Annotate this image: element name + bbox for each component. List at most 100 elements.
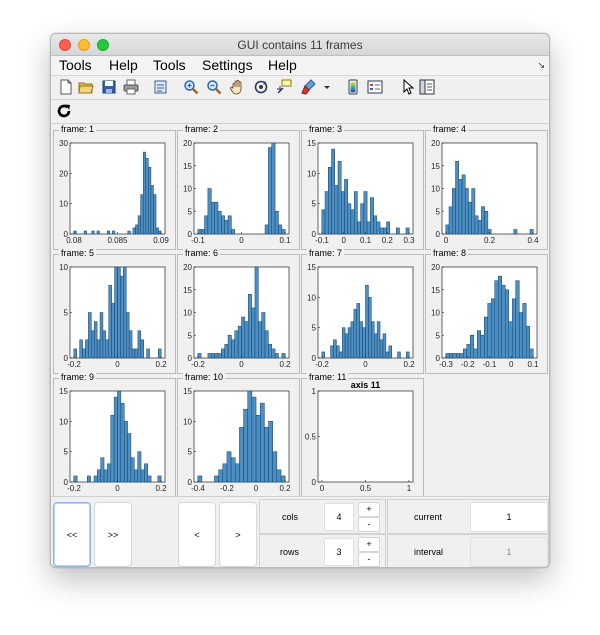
histogram-axes[interactable]: -0.200.2151050 bbox=[54, 379, 175, 497]
cols-increment-button[interactable]: + bbox=[358, 502, 380, 517]
frame-panel: frame: 11axis 1100.5110.50 bbox=[301, 378, 424, 498]
histogram-bar bbox=[264, 427, 268, 482]
menu-help[interactable]: Help bbox=[109, 57, 138, 73]
open-folder-icon[interactable] bbox=[78, 79, 94, 95]
y-tick-label: 0 bbox=[436, 230, 441, 239]
rotate-3d-icon[interactable] bbox=[253, 79, 269, 95]
zoom-out-icon[interactable] bbox=[206, 79, 222, 95]
histogram-bar bbox=[252, 308, 255, 358]
histogram-bar bbox=[328, 167, 331, 234]
histogram-bar bbox=[526, 326, 530, 358]
y-tick-label: 0 bbox=[436, 354, 441, 363]
previous-frame-button[interactable]: < bbox=[178, 502, 216, 567]
last-frame-button[interactable]: >> bbox=[94, 502, 132, 567]
menu-tools-2[interactable]: Tools bbox=[153, 57, 186, 73]
rows-decrement-button[interactable]: - bbox=[358, 552, 380, 567]
current-field[interactable]: 1 bbox=[470, 502, 548, 532]
x-tick-label: -0.3 bbox=[439, 360, 453, 369]
histogram-bar bbox=[357, 303, 360, 358]
x-tick-label: -0.2 bbox=[191, 360, 205, 369]
histogram-bar bbox=[97, 231, 100, 234]
y-tick-label: 15 bbox=[183, 387, 192, 396]
legend-icon[interactable] bbox=[367, 79, 383, 95]
first-frame-button[interactable]: << bbox=[53, 502, 91, 567]
histogram-bar bbox=[228, 335, 231, 358]
histogram-bar bbox=[248, 391, 252, 482]
histogram-bar bbox=[268, 344, 271, 358]
histogram-bar bbox=[129, 331, 132, 358]
save-icon[interactable] bbox=[101, 79, 117, 95]
histogram-axes[interactable]: axis 1100.5110.50 bbox=[302, 379, 423, 497]
menu-bar: Tools Help Tools Settings Help ↘ bbox=[51, 56, 549, 76]
histogram-bar bbox=[118, 391, 121, 482]
next-frame-button[interactable]: > bbox=[219, 502, 257, 567]
y-tick-label: 5 bbox=[436, 331, 441, 340]
brush-icon[interactable] bbox=[301, 79, 317, 95]
y-tick-label: 1 bbox=[312, 387, 317, 396]
histogram-axes[interactable]: 0.080.0850.093020100 bbox=[54, 131, 175, 249]
current-label: current bbox=[414, 512, 442, 522]
menu-settings[interactable]: Settings bbox=[202, 57, 253, 73]
histogram-bar bbox=[141, 340, 144, 358]
histogram-axes[interactable]: -0.200.21050 bbox=[54, 255, 175, 373]
histogram-bar bbox=[133, 228, 136, 234]
menu-overflow-arrow[interactable]: ↘ bbox=[537, 60, 545, 71]
histogram-axes[interactable]: 00.20.420151050 bbox=[426, 131, 547, 249]
menu-tools[interactable]: Tools bbox=[59, 57, 92, 73]
y-tick-label: 15 bbox=[307, 263, 316, 272]
rows-increment-button[interactable]: + bbox=[358, 537, 380, 552]
histogram-bar bbox=[141, 195, 144, 234]
print-icon[interactable] bbox=[123, 79, 139, 95]
x-tick-label: 0.09 bbox=[153, 236, 169, 245]
histogram-bar bbox=[151, 185, 154, 234]
histogram-bar bbox=[219, 470, 223, 482]
histogram-axes[interactable]: -0.200.2151050 bbox=[302, 255, 423, 373]
x-tick-label: 0.4 bbox=[527, 236, 539, 245]
histogram-bar bbox=[205, 216, 208, 234]
histogram-bar bbox=[235, 464, 239, 482]
histogram-bar bbox=[459, 179, 462, 234]
histogram-bar bbox=[112, 303, 115, 358]
zoom-in-icon[interactable] bbox=[183, 79, 199, 95]
histogram-axes[interactable]: -0.100.10.20.3151050 bbox=[302, 131, 423, 249]
histogram-bar bbox=[374, 334, 377, 358]
frame-panel: frame: 6-0.200.220151050 bbox=[177, 254, 300, 374]
histogram-bar bbox=[153, 195, 156, 234]
histogram-bar bbox=[514, 229, 517, 234]
y-tick-label: 10 bbox=[59, 417, 68, 426]
histogram-axes[interactable]: -0.200.220151050 bbox=[178, 255, 299, 373]
cols-label: cols bbox=[282, 512, 298, 522]
menu-help-2[interactable]: Help bbox=[268, 57, 297, 73]
colorbar-icon[interactable] bbox=[345, 79, 361, 95]
x-tick-label: 0 bbox=[509, 360, 514, 369]
histogram-bar bbox=[84, 231, 87, 234]
pointer-icon[interactable] bbox=[400, 79, 416, 95]
histogram-axes[interactable]: -0.100.120151050 bbox=[178, 131, 299, 249]
histogram-bar bbox=[244, 409, 248, 482]
pan-icon[interactable] bbox=[229, 79, 245, 95]
cols-field[interactable]: 4 bbox=[324, 503, 354, 531]
histogram-bar bbox=[109, 285, 112, 358]
rows-field[interactable]: 3 bbox=[324, 538, 354, 566]
refresh-icon[interactable] bbox=[56, 103, 72, 119]
histogram-bar bbox=[92, 231, 95, 234]
print-preview-icon[interactable] bbox=[153, 79, 169, 95]
x-tick-label: 0.2 bbox=[403, 360, 415, 369]
histogram-bar bbox=[114, 397, 117, 482]
property-editor-icon[interactable] bbox=[419, 79, 435, 95]
histogram-bar bbox=[221, 216, 224, 234]
control-panel: << >> < > cols 4 + - rows 3 + - current … bbox=[51, 496, 549, 568]
data-cursor-icon[interactable] bbox=[276, 79, 292, 95]
histogram-bar bbox=[449, 207, 452, 234]
histogram-bar bbox=[509, 322, 512, 358]
histogram-bar bbox=[198, 476, 202, 482]
histogram-axes[interactable]: -0.3-0.2-0.100.120151050 bbox=[426, 255, 547, 373]
histogram-bar bbox=[94, 476, 97, 482]
interval-field: 1 bbox=[470, 537, 548, 567]
histogram-axes[interactable]: -0.4-0.200.2151050 bbox=[178, 379, 299, 497]
frame-panel: frame: 3-0.100.10.20.3151050 bbox=[301, 130, 424, 250]
cols-decrement-button[interactable]: - bbox=[358, 517, 380, 532]
x-tick-label: 0.1 bbox=[360, 236, 372, 245]
new-file-icon[interactable] bbox=[58, 79, 74, 95]
chevron-down-icon[interactable] bbox=[319, 79, 329, 95]
